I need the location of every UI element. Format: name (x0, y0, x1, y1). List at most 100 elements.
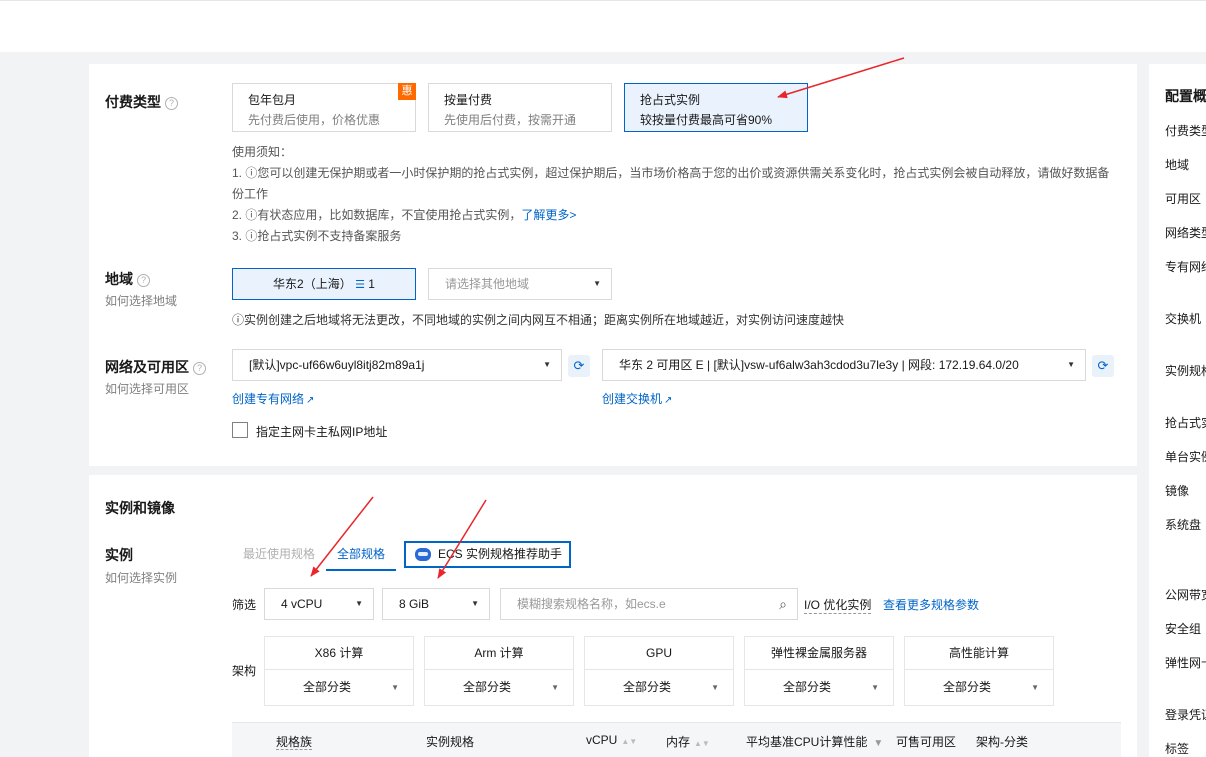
network-label: 网络及可用区? (105, 357, 206, 377)
note-item: 2. ⓘ有状态应用，比如数据库，不宜使用抢占式实例，了解更多> (232, 208, 577, 222)
arch-option-bare-metal[interactable]: 弹性裸金属服务器 全部分类 ▼ (744, 636, 894, 706)
billing-card-subscription[interactable]: 包年包月 先付费后使用，价格优惠 惠 (232, 83, 416, 132)
caret-down-icon: ▼ (1031, 683, 1039, 692)
caret-down-icon: ▼ (551, 683, 559, 692)
billing-card-title: 包年包月 (248, 93, 297, 107)
billing-label: 付费类型? (105, 92, 178, 112)
private-ip-label: 指定主网卡主私网IP地址 (256, 425, 388, 439)
arch-title: 弹性裸金属服务器 (745, 637, 893, 670)
arch-option-gpu[interactable]: GPU 全部分类 ▼ (584, 636, 734, 706)
search-icon[interactable]: ⌕ (779, 589, 787, 619)
summary-item: 安全组 (1165, 622, 1202, 636)
column-header-spec: 实例规格 (426, 735, 475, 749)
summary-item: 地域 (1165, 158, 1190, 172)
vcpu-select[interactable]: 4 vCPU ▼ (264, 588, 374, 620)
arch-option-arm[interactable]: Arm 计算 全部分类 ▼ (424, 636, 574, 706)
billing-card-desc: 先使用后付费，按需开通 (444, 113, 577, 127)
help-icon[interactable]: ? (193, 362, 206, 375)
summary-item: 交换机 (1165, 312, 1202, 326)
zone-help-link[interactable]: 如何选择可用区 (105, 380, 189, 397)
summary-item: 单台实例 (1165, 450, 1206, 464)
caret-down-icon: ▼ (711, 683, 719, 692)
private-ip-checkbox[interactable] (232, 422, 248, 438)
help-icon[interactable]: ? (137, 274, 150, 287)
learn-more-link[interactable]: 了解更多> (521, 208, 576, 222)
summary-item: 系统盘 (1165, 518, 1202, 532)
arch-category-select[interactable]: 全部分类 ▼ (585, 670, 733, 705)
refresh-vswitch-icon[interactable]: ⟳ (1092, 355, 1114, 377)
note-item: 3. ⓘ抢占式实例不支持备案服务 (232, 229, 402, 243)
memory-select[interactable]: 8 GiB ▼ (382, 588, 490, 620)
arch-category-select[interactable]: 全部分类 ▼ (905, 670, 1053, 705)
column-header-arch: 架构-分类 (976, 735, 1028, 749)
region-selected-button[interactable]: 华东2（上海） ☰ 1 (232, 268, 416, 300)
summary-item: 可用区 (1165, 192, 1202, 206)
summary-item: 网络类型 (1165, 226, 1206, 240)
tab-all-specs[interactable]: 全部规格 (326, 539, 396, 571)
arch-category-select[interactable]: 全部分类 ▼ (745, 670, 893, 705)
top-bar (0, 0, 1206, 52)
region-note: ⓘ实例创建之后地域将无法更改，不同地域的实例之间内网互不相通；距离实例所在地域越… (232, 313, 845, 327)
arch-title: GPU (585, 637, 733, 670)
caret-down-icon: ▼ (1067, 360, 1075, 369)
billing-card-desc: 较按量付费最高可省90% (640, 113, 773, 127)
arch-title: X86 计算 (265, 637, 413, 670)
caret-down-icon: ▼ (871, 683, 879, 692)
external-link-icon: ↗ (664, 395, 673, 406)
summary-item: 付费类型 (1165, 124, 1206, 138)
note-item: 1. ⓘ您可以创建无保护期或者一小时保护期的抢占式实例，超过保护期后，当市场价格… (232, 166, 1110, 180)
arch-category-select[interactable]: 全部分类 ▼ (265, 670, 413, 705)
help-icon[interactable]: ? (165, 97, 178, 110)
region-help-link[interactable]: 如何选择地域 (105, 292, 177, 309)
column-header-family[interactable]: 规格族 (276, 733, 313, 750)
billing-card-title: 抢占式实例 (640, 93, 701, 107)
io-optimized-label: I/O 优化实例 (804, 598, 872, 614)
billing-notes: 使用须知： 1. ⓘ您可以创建无保护期或者一小时保护期的抢占式实例，超过保护期后… (232, 142, 1122, 247)
billing-card-pay-as-you-go[interactable]: 按量付费 先使用后付费，按需开通 (428, 83, 612, 132)
billing-card-spot[interactable]: 抢占式实例 较按量付费最高可省90% (624, 83, 808, 132)
summary-item: 实例规格 (1165, 364, 1206, 378)
spec-search-input[interactable]: 模糊搜索规格名称，如ecs.e ⌕ (500, 588, 798, 620)
summary-title: 配置概 (1165, 88, 1206, 104)
create-vpc-link[interactable]: 创建专有网络 ↗ (232, 390, 314, 407)
caret-down-icon: ▼ (355, 599, 363, 608)
caret-down-icon: ▼ (391, 683, 399, 692)
arch-category-select[interactable]: 全部分类 ▼ (425, 670, 573, 705)
notes-title: 使用须知： (232, 145, 293, 159)
arch-title: Arm 计算 (425, 637, 573, 670)
summary-item: 专有网络 (1165, 260, 1206, 274)
sort-icon: ▲▼ (621, 737, 638, 746)
other-region-select[interactable]: 请选择其他地域 ▼ (428, 268, 612, 300)
refresh-vpc-icon[interactable]: ⟳ (568, 355, 590, 377)
instance-section-title: 实例和镜像 (105, 500, 175, 516)
instance-label: 实例 (105, 547, 133, 563)
database-icon: ☰ (355, 279, 365, 291)
vpc-select[interactable]: [默认]vpc-uf66w6uyl8itj82m89a1j ▼ (232, 349, 562, 381)
arch-label: 架构 (232, 664, 257, 678)
vswitch-select[interactable]: 华东 2 可用区 E | [默认]vsw-uf6alw3ah3cdod3u7le… (602, 349, 1086, 381)
note-item: 份工作 (232, 187, 269, 201)
create-vswitch-link[interactable]: 创建交换机 ↗ (602, 390, 672, 407)
billing-card-desc: 先付费后使用，价格优惠 (248, 113, 381, 127)
caret-down-icon: ▼ (471, 599, 479, 608)
robot-icon (415, 548, 431, 561)
summary-item: 弹性网卡 (1165, 656, 1206, 670)
summary-item: 登录凭证 (1165, 708, 1206, 722)
discount-badge: 惠 (398, 83, 416, 100)
more-spec-params-link[interactable]: 查看更多规格参数 (883, 596, 979, 613)
column-header-vcpu[interactable]: vCPU ▲▼ (586, 733, 637, 747)
instance-help-link[interactable]: 如何选择实例 (105, 569, 177, 586)
tab-recent-specs[interactable]: 最近使用规格 (243, 539, 315, 571)
column-header-zones: 可售可用区 (896, 735, 957, 749)
filter-icon[interactable]: ▼ (873, 738, 883, 749)
arch-option-hpc[interactable]: 高性能计算 全部分类 ▼ (904, 636, 1054, 706)
external-link-icon: ↗ (306, 395, 315, 406)
column-header-cpu-perf[interactable]: 平均基准CPU计算性能 ▼ (746, 733, 883, 750)
arch-title: 高性能计算 (905, 637, 1053, 670)
column-header-memory[interactable]: 内存 ▲▼ (666, 733, 710, 750)
caret-down-icon: ▼ (593, 279, 601, 288)
caret-down-icon: ▼ (543, 360, 551, 369)
spec-assistant-button[interactable]: ECS 实例规格推荐助手 (404, 541, 571, 568)
arch-option-x86[interactable]: X86 计算 全部分类 ▼ (264, 636, 414, 706)
summary-item: 公网带宽 (1165, 588, 1206, 602)
